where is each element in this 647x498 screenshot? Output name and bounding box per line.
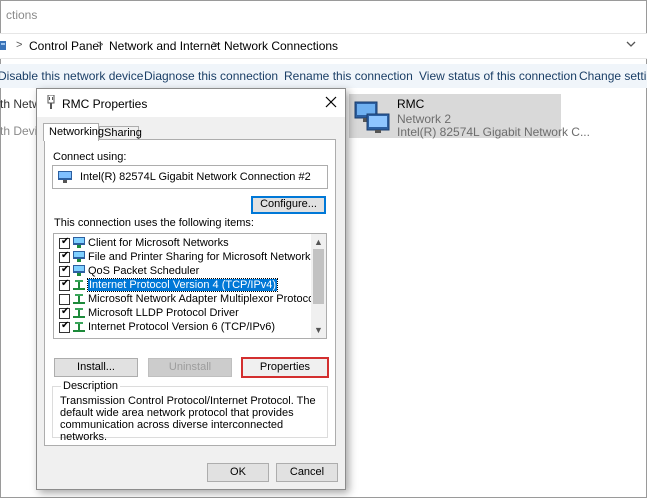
protocol-icon [73, 280, 85, 290]
diagnose-connection-command[interactable]: Diagnose this connection [144, 69, 278, 83]
items-label: This connection uses the following items… [54, 217, 254, 229]
network-service-icon [73, 265, 85, 276]
network-service-icon [73, 251, 85, 262]
protocol-icon [73, 308, 85, 318]
check-mark-icon: ✔ [61, 264, 70, 275]
breadcrumb-network-and-internet[interactable]: Network and Internet [109, 39, 220, 53]
command-bar: Disable this network device Diagnose thi… [0, 64, 647, 88]
close-icon[interactable] [323, 94, 339, 110]
breadcrumb-separator: > [97, 39, 104, 51]
chevron-up-icon[interactable]: ▲ [314, 237, 323, 247]
breadcrumb-separator: > [16, 39, 23, 51]
list-item[interactable]: ✔ Internet Protocol Version 4 (TCP/IPv4) [54, 278, 308, 292]
list-item[interactable]: ✔ QoS Packet Scheduler [54, 264, 308, 278]
dialog-title: RMC Properties [62, 97, 148, 111]
tab-sharing-label: Sharing [104, 127, 142, 139]
checkbox[interactable]: ✔ [59, 264, 70, 277]
protocol-icon [73, 322, 85, 332]
scrollbar-thumb[interactable] [313, 249, 324, 304]
item-label-selected: Internet Protocol Version 4 (TCP/IPv4) [86, 278, 279, 292]
checkbox[interactable]: ✔ [59, 320, 70, 333]
properties-button[interactable]: Properties [241, 357, 329, 378]
checkbox[interactable]: ✔ [59, 306, 70, 319]
configure-button[interactable]: Configure... [251, 196, 326, 214]
ok-button[interactable]: OK [207, 463, 269, 482]
check-mark-icon: ✔ [61, 306, 70, 317]
items-list[interactable]: ✔ Client for Microsoft Networks ✔ File a… [53, 233, 327, 339]
item-label: QoS Packet Scheduler [88, 265, 200, 277]
description-label: Description [61, 380, 121, 392]
network-adapter-icon [58, 171, 72, 183]
check-mark-icon: ✔ [61, 236, 70, 247]
chevron-down-icon[interactable]: ▼ [314, 325, 323, 335]
rename-connection-command[interactable]: Rename this connection [284, 69, 413, 83]
change-settings-command[interactable]: Change settings [579, 69, 647, 83]
items-scrollbar[interactable]: ▲ ▼ [311, 234, 326, 338]
adapter-field: Intel(R) 82574L Gigabit Network Connecti… [52, 165, 328, 189]
item-label: Client for Microsoft Networks [88, 237, 229, 249]
tab-networking-label: Networking [49, 126, 105, 138]
list-item[interactable]: ✔ Microsoft LLDP Protocol Driver [54, 306, 308, 320]
protocol-icon [73, 294, 85, 304]
breadcrumb-control-panel[interactable]: Control Panel [29, 39, 102, 53]
item-label: Microsoft Network Adapter Multiplexor Pr… [88, 293, 317, 305]
list-item[interactable]: ✔ Internet Protocol Version 6 (TCP/IPv6) [54, 320, 308, 334]
breadcrumb-separator: > [212, 39, 219, 51]
cancel-button[interactable]: Cancel [276, 463, 338, 482]
check-mark-icon: ✔ [61, 250, 70, 261]
network-client-icon [73, 237, 85, 248]
list-item[interactable]: ✔ Client for Microsoft Networks [54, 236, 308, 250]
tab-networking[interactable]: Networking [43, 123, 104, 141]
check-mark-icon: ✔ [61, 320, 70, 331]
description-text: Transmission Control Protocol/Internet P… [60, 395, 316, 443]
connection-network: Network 2 [397, 112, 452, 126]
item-label: Microsoft LLDP Protocol Driver [88, 307, 239, 319]
network-adapter-icon [354, 101, 390, 133]
description-group: Description Transmission Control Protoco… [52, 380, 328, 443]
adapter-name: Intel(R) 82574L Gigabit Network Connecti… [80, 171, 311, 183]
address-bar[interactable]: > Control Panel > Network and Internet >… [0, 33, 647, 59]
window-title: ctions [6, 8, 38, 22]
checkbox[interactable]: ✔ [59, 278, 70, 291]
connection-name: RMC [397, 97, 425, 111]
disable-device-command[interactable]: Disable this network device [0, 69, 143, 83]
list-item[interactable]: Microsoft Network Adapter Multiplexor Pr… [54, 292, 317, 306]
uninstall-button[interactable]: Uninstall [148, 358, 232, 377]
install-button[interactable]: Install... [54, 358, 138, 377]
check-mark-icon: ✔ [61, 278, 70, 289]
checkbox[interactable]: ✔ [59, 236, 70, 249]
properties-dialog: RMC Properties Networking Sharing Connec… [36, 88, 346, 490]
view-status-command[interactable]: View status of this connection [419, 69, 577, 83]
list-item-label[interactable]: th Netw [0, 97, 41, 111]
connect-using-label: Connect using: [53, 151, 127, 163]
control-panel-icon [0, 41, 6, 50]
tab-sharing[interactable]: Sharing [99, 126, 142, 140]
item-label: File and Printer Sharing for Microsoft N… [88, 251, 317, 263]
checkbox[interactable] [59, 294, 70, 305]
item-label: Internet Protocol Version 6 (TCP/IPv6) [88, 321, 276, 333]
breadcrumb-network-connections[interactable]: Network Connections [224, 39, 338, 53]
chevron-down-icon[interactable] [625, 38, 637, 50]
list-item[interactable]: ✔ File and Printer Sharing for Microsoft… [54, 250, 316, 264]
network-cable-icon [47, 95, 55, 109]
connection-adapter: Intel(R) 82574L Gigabit Network C... [397, 125, 590, 139]
connection-item-rmc[interactable]: RMC Network 2 Intel(R) 82574L Gigabit Ne… [349, 94, 590, 139]
dialog-titlebar[interactable]: RMC Properties [37, 89, 345, 117]
checkbox[interactable]: ✔ [59, 250, 70, 263]
